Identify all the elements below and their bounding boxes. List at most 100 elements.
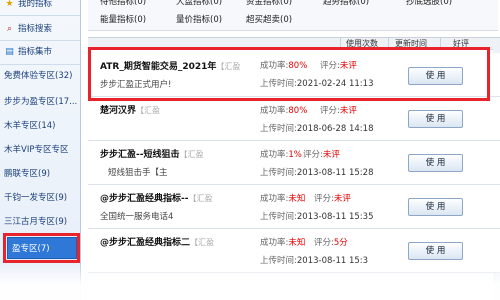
sidebar-item-indicator-market[interactable]: ▤ 指标集市 — [0, 42, 80, 62]
score: 评分:未评 — [314, 192, 351, 204]
filter-tab-bottom-picking[interactable]: 抄底选股(0) — [406, 0, 452, 8]
indicator-name: ATR_期货智能交易_2021年 — [100, 62, 217, 72]
list-item: @步步汇盈经典指标--【汇盈 全国统一服务电话4 成功率:未知 评分:未评 上传… — [88, 185, 500, 229]
sidebar-item-label: 盈专区(7) — [12, 244, 50, 254]
column-header: 使用次数 更新时间 好评 — [88, 37, 500, 50]
divider — [0, 64, 80, 65]
search-icon: ⌕ — [6, 24, 13, 34]
score: 评分:未评 — [320, 59, 357, 71]
bottom-fade — [0, 262, 500, 300]
success-label: 成功率: — [260, 150, 289, 160]
market-icon: ▤ — [5, 47, 14, 57]
author-badge: 【汇盈 — [188, 194, 213, 203]
indicator-description: 全国统一服务电话4 — [100, 212, 174, 222]
indicator-name: @步步汇盈经典指标-- — [100, 194, 189, 204]
upload-time: 上传时间:2021-02-24 11:13 — [260, 77, 373, 89]
star-icon: ★ — [5, 0, 14, 9]
sidebar-item-label: 免费体验专区(32) — [4, 71, 73, 81]
upload-time-label: 上传时间: — [260, 79, 297, 89]
score-label: 评分: — [303, 150, 323, 160]
score-value: 未评 — [339, 106, 357, 116]
filter-tab-capital[interactable]: 资金指标(0) — [246, 0, 292, 8]
success-rate: 成功率:80% — [260, 59, 307, 71]
score: 评分:未评 — [320, 104, 357, 116]
upload-time-value: 2013-08-11 15:28 — [296, 168, 374, 178]
sidebar-item-label: 三江古月专区(9) — [4, 217, 68, 227]
upload-time: 上传时间:2013-08-11 15:28 — [260, 166, 373, 178]
sort-update-time[interactable]: 更新时间 — [388, 38, 433, 49]
filter-tab-trend[interactable]: 趋势指标(0) — [323, 0, 369, 8]
sidebar-item-qianjun-zone[interactable]: 千钧一发专区(9) — [0, 188, 80, 208]
indicator-description: 短线狙击手【主 — [108, 168, 168, 178]
sidebar-item-huiying-zone[interactable]: 盈专区(7) — [7, 237, 77, 259]
list-item: 步步汇盈--短线狙击【汇盈 短线狙击手【主 成功率:1% 评分:未评 上传时间:… — [88, 141, 500, 185]
score-value: 5分 — [333, 238, 348, 248]
sidebar-item-label: 木羊专区(14) — [4, 121, 56, 131]
sort-usage-count[interactable]: 使用次数 — [340, 38, 383, 49]
filter-tab-volume-price[interactable]: 量价指标(0) — [176, 14, 222, 26]
indicator-title: @步步汇盈经典指标二【汇盈 — [100, 235, 214, 248]
indicator-title: @步步汇盈经典指标--【汇盈 — [100, 191, 212, 204]
score: 评分:未评 — [303, 148, 340, 160]
success-label: 成功率: — [260, 238, 289, 248]
use-button[interactable]: 使 用 — [408, 154, 463, 172]
list-item: ATR_期货智能交易_2021年【汇盈 步步汇盈正式用户! 成功率:80% 评分… — [88, 53, 500, 97]
success-label: 成功率: — [260, 61, 289, 71]
score-value: 未评 — [339, 61, 357, 71]
divider — [0, 40, 80, 41]
indicator-name: 楚河汉界 — [100, 106, 137, 116]
upload-time: 上传时间:2013-08-11 15:35 — [260, 210, 373, 222]
use-button[interactable]: 使 用 — [408, 242, 463, 260]
sidebar-item-label: 指标搜索 — [18, 24, 53, 34]
sidebar-item-label: 指标集市 — [18, 47, 53, 57]
upload-time-label: 上传时间: — [260, 212, 297, 222]
sidebar-item-muyang-vip-zone[interactable]: 木羊VIP专区专区 — [0, 140, 80, 160]
success-value: 80% — [288, 61, 308, 71]
success-value: 未知 — [288, 194, 306, 204]
author-badge: 【汇盈 — [136, 106, 161, 115]
use-button[interactable]: 使 用 — [408, 198, 463, 216]
filter-tab-energy[interactable]: 能量指标(0) — [100, 14, 146, 26]
success-rate: 成功率:1% — [260, 148, 302, 160]
indicator-title: 楚河汉界【汇盈 — [100, 103, 160, 116]
success-value: 1% — [288, 150, 302, 160]
author-badge: 【汇盈 — [179, 150, 204, 159]
sidebar-item-bubuweiying-zone[interactable]: 步步为盈专区(17... — [0, 92, 80, 112]
use-button[interactable]: 使 用 — [408, 110, 463, 128]
score-label: 评分: — [314, 238, 334, 248]
success-rate: 成功率:未知 — [260, 192, 305, 204]
upload-time-label: 上传时间: — [260, 168, 297, 178]
score: 评分:5分 — [314, 236, 348, 248]
sidebar-item-free-zone[interactable]: 免费体验专区(32) — [0, 66, 80, 86]
score-label: 评分: — [320, 106, 340, 116]
sidebar-item-label: 步步为盈专区(17... — [4, 97, 78, 107]
upload-time-value: 2013-08-11 15:35 — [296, 212, 374, 222]
indicator-description: 步步汇盈正式用户! — [100, 80, 172, 90]
sidebar-item-my-indicators[interactable]: ★ 我的指标 — [0, 0, 80, 14]
success-value: 80% — [288, 106, 308, 116]
sidebar-item-label: 千钧一发专区(9) — [4, 193, 68, 203]
sort-rating[interactable]: 好评 — [440, 38, 481, 49]
sidebar-item-sanjiang-zone[interactable]: 三江古月专区(9) — [0, 212, 80, 232]
filter-bar: 待他指标(0) 大盘指标(0) 资金指标(0) 趋势指标(0) 抄底选股(0) … — [88, 0, 498, 31]
sidebar-item-penglian-zone[interactable]: 鹏联专区(9) — [0, 164, 80, 184]
upload-time-label: 上传时间: — [260, 124, 297, 134]
sidebar-item-indicator-search[interactable]: ⌕ 指标搜索 — [0, 19, 80, 39]
divider — [0, 15, 80, 16]
filter-tab-overbought[interactable]: 超买超卖(0) — [246, 14, 292, 26]
indicator-title: ATR_期货智能交易_2021年【汇盈 — [100, 59, 240, 72]
sidebar-item-label: 我的指标 — [18, 0, 53, 9]
success-label: 成功率: — [260, 106, 289, 116]
success-value: 未知 — [288, 238, 306, 248]
score-value: 未评 — [333, 194, 351, 204]
author-badge: 【汇盈 — [216, 62, 241, 71]
sidebar-item-muyang-zone[interactable]: 木羊专区(14) — [0, 116, 80, 136]
upload-time: 上传时间:2018-06-28 14:18 — [260, 122, 373, 134]
use-button[interactable]: 使 用 — [408, 67, 463, 85]
author-badge: 【汇盈 — [190, 238, 215, 247]
score-label: 评分: — [314, 194, 334, 204]
score-label: 评分: — [320, 61, 340, 71]
filter-tab-market[interactable]: 大盘指标(0) — [176, 0, 222, 8]
filter-tab-other[interactable]: 待他指标(0) — [100, 0, 146, 8]
upload-time-value: 2018-06-28 14:18 — [296, 124, 374, 134]
